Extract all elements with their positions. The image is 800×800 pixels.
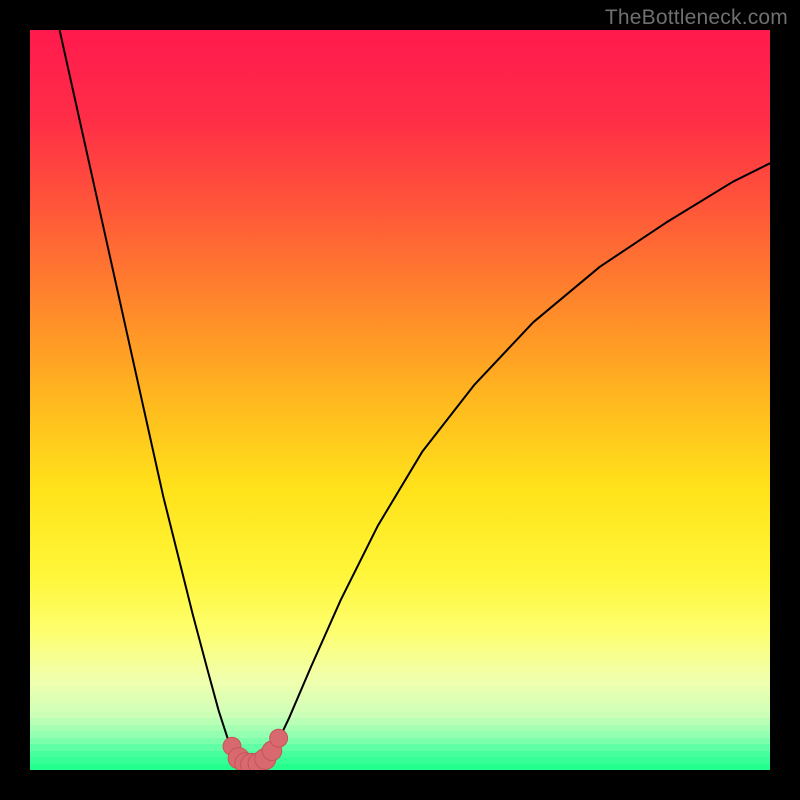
valley-marker: [270, 729, 288, 747]
curve-path: [60, 30, 770, 765]
bottleneck-curve: [30, 30, 770, 770]
watermark-text: TheBottleneck.com: [605, 6, 788, 30]
plot-area: [30, 30, 770, 770]
chart-frame: TheBottleneck.com: [0, 0, 800, 800]
